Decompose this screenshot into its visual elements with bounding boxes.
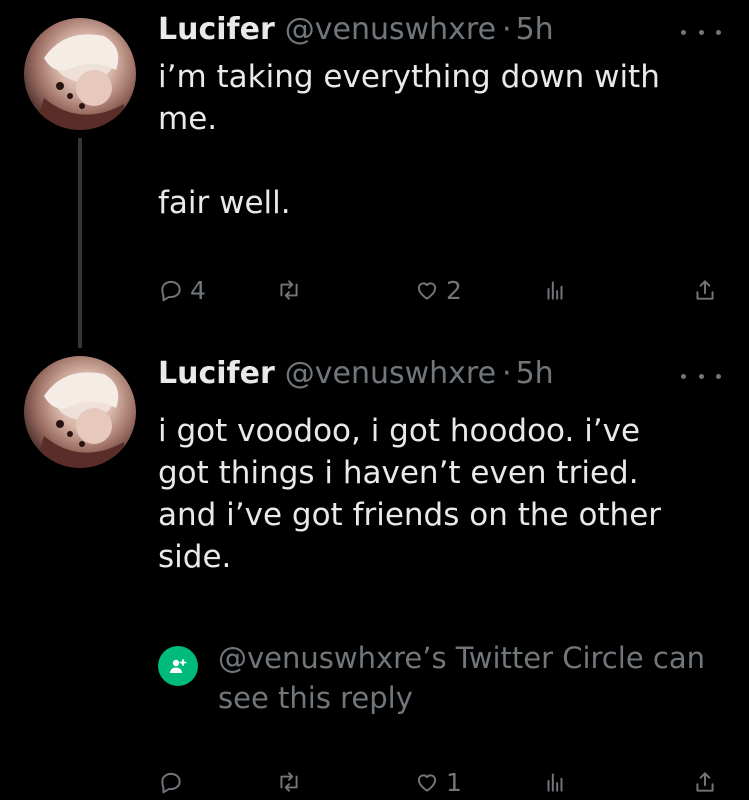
- action-bar: 1: [158, 764, 728, 800]
- reply-icon: [161, 280, 181, 302]
- views-icon: [547, 773, 563, 792]
- twitter-circle-icon: [158, 646, 198, 686]
- more-icon[interactable]: [681, 22, 721, 42]
- retweet-icon: [280, 280, 298, 300]
- reply-button[interactable]: 4: [158, 272, 206, 308]
- circle-notice-text: @venuswhxre’s Twitter Circle can see thi…: [218, 641, 705, 715]
- retweet-icon: [280, 772, 298, 792]
- tweet-header: Lucifer @venuswhxre · 5h: [158, 356, 554, 392]
- like-count: 1: [446, 767, 462, 797]
- tweet-text: i’m taking everything down with me. fair…: [158, 59, 660, 221]
- tweet-text: i got voodoo, i got hoodoo. i’ve got thi…: [158, 413, 671, 575]
- avatar-image: [34, 34, 124, 130]
- avatar-image: [34, 372, 124, 468]
- share-icon: [696, 280, 714, 300]
- display-name[interactable]: Lucifer: [158, 356, 275, 391]
- retweet-button[interactable]: [276, 764, 308, 800]
- thread-line: [78, 138, 82, 348]
- like-button[interactable]: 2: [414, 272, 462, 308]
- retweet-button[interactable]: [276, 272, 308, 308]
- reply-icon: [161, 772, 181, 794]
- views-icon: [547, 281, 563, 300]
- views-button[interactable]: [542, 764, 574, 800]
- timestamp[interactable]: 5h: [516, 12, 554, 47]
- tweet-1[interactable]: Lucifer @venuswhxre · 5h i’m taking everyth…: [0, 0, 749, 348]
- reply-count: 4: [190, 275, 206, 305]
- avatar[interactable]: [24, 356, 136, 468]
- share-icon: [696, 772, 714, 792]
- more-icon[interactable]: [681, 366, 721, 386]
- tweet-header: Lucifer @venuswhxre · 5h: [158, 12, 554, 48]
- separator: ·: [502, 356, 512, 391]
- handle[interactable]: @venuswhxre: [285, 12, 496, 47]
- timestamp[interactable]: 5h: [516, 356, 554, 391]
- like-button[interactable]: 1: [414, 764, 462, 800]
- views-button[interactable]: [542, 272, 574, 308]
- reply-button[interactable]: [158, 764, 190, 800]
- tweet-2[interactable]: Lucifer @venuswhxre · 5h i got voodoo, i go…: [0, 340, 749, 798]
- handle[interactable]: @venuswhxre: [285, 356, 496, 391]
- share-button[interactable]: [692, 272, 718, 308]
- avatar[interactable]: [24, 18, 136, 130]
- like-icon: [417, 774, 437, 792]
- action-bar: 4 2: [158, 272, 728, 308]
- display-name[interactable]: Lucifer: [158, 12, 275, 47]
- separator: ·: [502, 12, 512, 47]
- like-count: 2: [446, 275, 462, 305]
- share-button[interactable]: [692, 764, 718, 800]
- like-icon: [417, 282, 437, 300]
